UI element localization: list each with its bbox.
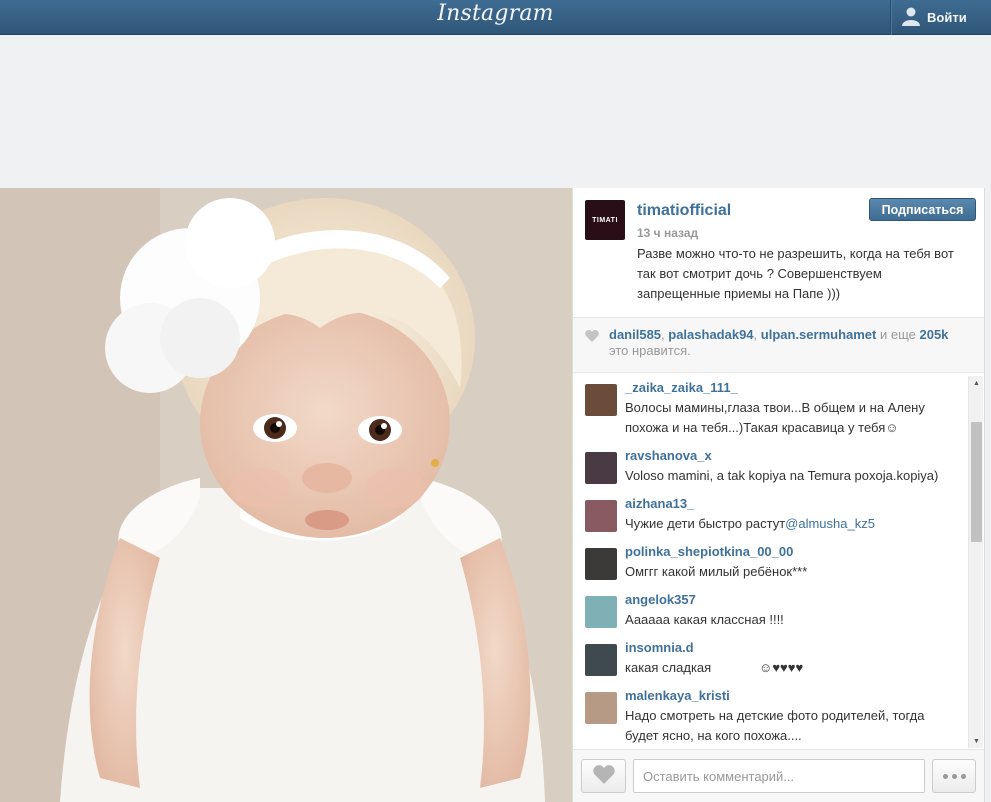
likes-suffix: это нравится. <box>609 343 691 358</box>
comments-scrollbar[interactable]: ▲ ▼ <box>968 376 983 748</box>
author-username[interactable]: timatiofficial <box>637 202 731 220</box>
commenter-avatar[interactable] <box>585 596 617 628</box>
comment-text: Волосы мамины,глаза твои...В общем и на … <box>625 400 925 435</box>
more-options-button[interactable] <box>932 759 976 793</box>
comment-input[interactable] <box>633 759 925 793</box>
scroll-down-arrow-icon[interactable]: ▼ <box>969 734 984 748</box>
post-photo[interactable] <box>0 188 572 802</box>
commenter-username[interactable]: angelok357 <box>625 592 696 607</box>
post-time[interactable]: 13 ч назад <box>637 226 698 240</box>
like-button[interactable] <box>581 759 626 793</box>
commenter-username[interactable]: malenkaya_kristi <box>625 688 730 703</box>
top-navigation-bar: Instagram Войти <box>0 0 991 35</box>
scrollbar-thumb[interactable] <box>971 422 982 542</box>
comment-item: _zaika_zaika_111_ Волосы мамины,глаза тв… <box>585 380 955 440</box>
comment-text: Надо смотреть на детские фото родителей,… <box>625 708 925 743</box>
likes-count[interactable]: 205k <box>919 327 948 342</box>
likes-more-prefix: и еще <box>876 327 920 342</box>
comment-item: malenkaya_kristi Надо смотреть на детски… <box>585 688 955 748</box>
liker-link[interactable]: ulpan.sermuhamet <box>761 327 877 342</box>
comment-text: Voloso mamini, a tak kopiya na Temura po… <box>625 468 939 483</box>
comment-footer <box>573 749 984 802</box>
post-caption: Разве можно что-то не разрешить, когда н… <box>637 246 954 301</box>
more-dots-icon <box>942 773 966 779</box>
comment-item: polinka_shepiotkina_00_00 Омггг какой ми… <box>585 544 955 588</box>
commenter-username[interactable]: polinka_shepiotkina_00_00 <box>625 544 793 559</box>
commenter-username[interactable]: ravshanova_x <box>625 448 712 463</box>
comment-text: Омггг какой милый ребёнок*** <box>625 564 808 579</box>
user-icon <box>901 6 921 29</box>
instagram-logo[interactable]: Instagram <box>0 0 991 35</box>
comment-text: Аааааа какая классная !!!! <box>625 612 784 627</box>
commenter-username[interactable]: _zaika_zaika_111_ <box>625 380 738 395</box>
commenter-avatar[interactable] <box>585 548 617 580</box>
follow-button[interactable]: Подписаться <box>869 198 976 221</box>
login-button[interactable]: Войти <box>890 0 991 35</box>
commenter-avatar[interactable] <box>585 692 617 724</box>
heart-icon <box>592 765 615 787</box>
comment-item: ravshanova_x Voloso mamini, a tak kopiya… <box>585 448 955 492</box>
comment-text: какая сладкаяᅠᅠᅠᅠ☺♥♥♥♥ <box>625 660 804 675</box>
commenter-avatar[interactable] <box>585 644 617 676</box>
comment-item: angelok357 Аааааа какая классная !!!! <box>585 592 955 636</box>
scroll-up-arrow-icon[interactable]: ▲ <box>969 376 984 390</box>
login-label: Войти <box>927 10 967 25</box>
liker-link[interactable]: palashadak94 <box>668 327 753 342</box>
likes-separator: , <box>753 327 761 342</box>
commenter-avatar[interactable] <box>585 500 617 532</box>
comment-mention[interactable]: @almusha_kz5 <box>785 516 875 531</box>
background-band <box>0 36 991 188</box>
commenter-avatar[interactable] <box>585 452 617 484</box>
comment-item: insomnia.d какая сладкаяᅠᅠᅠᅠ☺♥♥♥♥ <box>585 640 955 684</box>
comment-item: aizhana13_ Чужие дети быстро растут@almu… <box>585 496 955 540</box>
likes-summary: danil585, palashadak94, ulpan.sermuhamet… <box>573 318 984 373</box>
post-header: TIMATI timatiofficial 13 ч назад Разве м… <box>573 188 984 318</box>
commenter-username[interactable]: aizhana13_ <box>625 496 694 511</box>
commenter-username[interactable]: insomnia.d <box>625 640 694 655</box>
comment-text: Чужие дети быстро растут <box>625 516 786 531</box>
comment-text-wrap: Чужие дети быстро растут@almusha_kz5 <box>625 514 955 534</box>
liker-link[interactable]: danil585 <box>609 327 661 342</box>
author-avatar[interactable]: TIMATI <box>585 200 625 240</box>
comments-list: _zaika_zaika_111_ Волосы мамины,глаза тв… <box>573 374 984 749</box>
post-side-panel: TIMATI timatiofficial 13 ч назад Разве м… <box>572 188 985 802</box>
commenter-avatar[interactable] <box>585 384 617 416</box>
heart-icon <box>585 330 599 346</box>
page-edge <box>985 188 991 802</box>
